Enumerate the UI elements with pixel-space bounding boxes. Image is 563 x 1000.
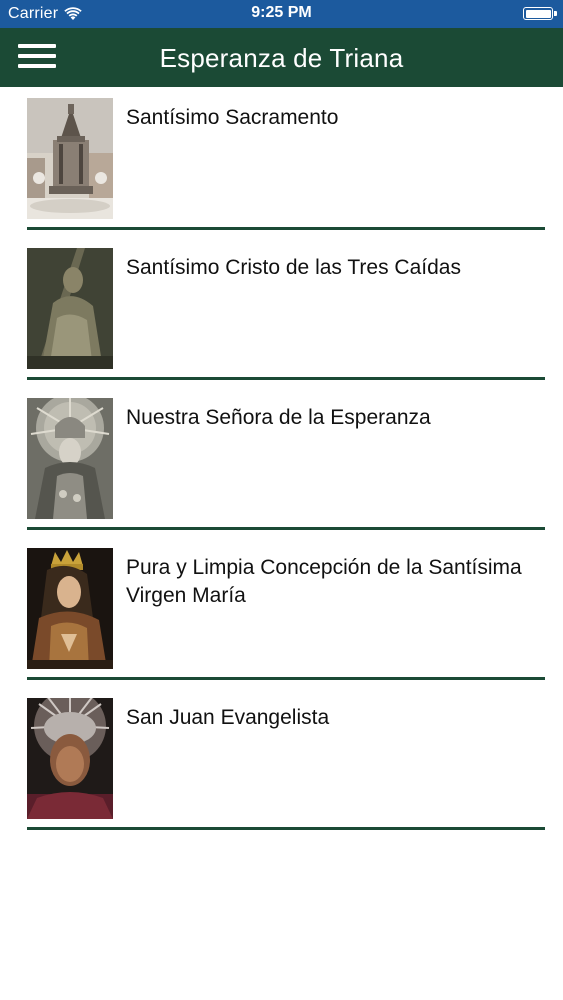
list-item-title: Santísimo Sacramento — [126, 106, 339, 129]
list-item-title: Pura y Limpia Concepción de la Santísima… — [126, 556, 522, 607]
list-item-title: San Juan Evangelista — [126, 706, 330, 729]
navigation-bar: Esperanza de Triana — [0, 28, 563, 87]
separator — [27, 377, 545, 380]
status-time: 9:25 PM — [251, 4, 312, 21]
separator — [27, 227, 545, 230]
list-item-cristo-tres-caidas[interactable]: Santísimo Cristo de las Tres Caídas — [0, 237, 563, 387]
immaculate-conception-photo — [27, 548, 113, 669]
separator — [27, 827, 545, 830]
list-item-title: Santísimo Cristo de las Tres Caídas — [126, 256, 461, 279]
battery-level — [525, 9, 551, 18]
separator — [27, 527, 545, 530]
app-screen: Carrier 9:25 PM Esperanza de Triana Sant… — [0, 0, 563, 1000]
saint-john-photo — [27, 698, 113, 819]
list-item-pura-limpia-concepcion[interactable]: Pura y Limpia Concepción de la Santísima… — [0, 537, 563, 687]
virgin-esperanza-photo — [27, 398, 113, 519]
battery-cap — [554, 11, 557, 16]
separator — [27, 677, 545, 680]
list-item-senora-esperanza[interactable]: Nuestra Señora de la Esperanza — [0, 387, 563, 537]
list-item-santisimo-sacramento[interactable]: Santísimo Sacramento — [0, 87, 563, 237]
titulares-list: Santísimo Sacramento Santísimo Cristo de… — [0, 87, 563, 837]
christ-cross-photo — [27, 248, 113, 369]
monstrance-photo — [27, 98, 113, 219]
page-title: Esperanza de Triana — [159, 43, 404, 73]
status-bar: Carrier 9:25 PM — [0, 0, 563, 28]
list-item-title: Nuestra Señora de la Esperanza — [126, 406, 431, 429]
battery-icon — [523, 7, 557, 20]
list-item-san-juan-evangelista[interactable]: San Juan Evangelista — [0, 687, 563, 837]
